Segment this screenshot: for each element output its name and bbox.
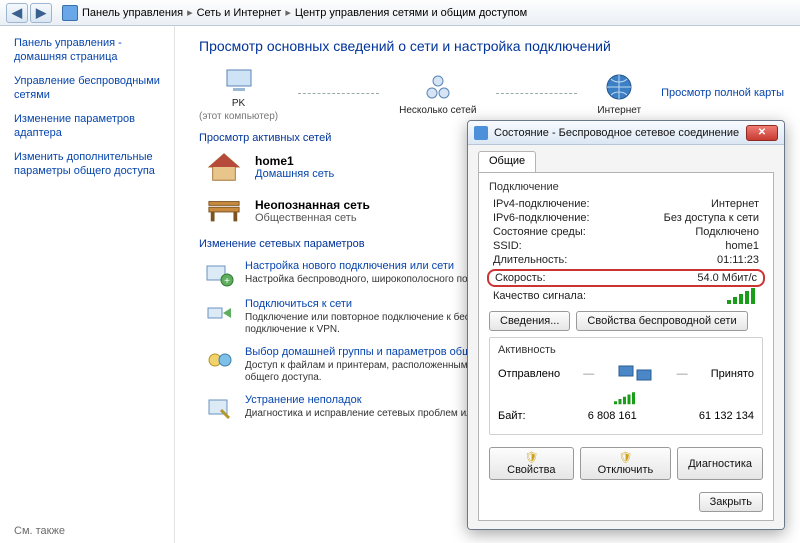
sidebar-link-sharing[interactable]: Изменить дополнительные параметры общего…: [14, 150, 162, 178]
map-connector: [298, 93, 379, 94]
details-button[interactable]: Сведения...: [489, 311, 570, 331]
map-node-pc-label: PK: [232, 98, 245, 109]
close-button[interactable]: ✕: [746, 125, 778, 141]
network-map: PK (этот компьютер) Несколько сетей Инте…: [199, 64, 784, 122]
ipv6-value: Без доступа к сети: [664, 212, 759, 224]
sidebar-home-link[interactable]: Панель управления - домашняя страница: [14, 36, 162, 64]
breadcrumb-item[interactable]: Панель управления: [82, 7, 183, 19]
bytes-sent-value: 6 808 161: [588, 410, 637, 422]
map-node-pc-sub: (этот компьютер): [199, 111, 278, 122]
location-icon: [62, 5, 78, 21]
chevron-right-icon: ▸: [285, 6, 291, 19]
group-activity-label: Активность: [498, 344, 754, 356]
ssid-value: home1: [725, 240, 759, 252]
signal-mini-icon: [614, 394, 638, 405]
tab-general[interactable]: Общие: [478, 151, 536, 172]
sidebar-see-also: См. также: [14, 519, 162, 537]
nav-arrows: ◀ ▶: [6, 3, 52, 23]
speed-value: 54.0 Мбит/с: [697, 272, 757, 284]
wireless-icon: [474, 126, 488, 140]
duration-value: 01:11:23: [717, 254, 759, 266]
status-dialog: Состояние - Беспроводное сетевое соедине…: [467, 120, 785, 530]
task-link-troubleshoot[interactable]: Устранение неполадок: [245, 394, 362, 406]
ipv4-value: Интернет: [711, 198, 759, 210]
signal-strength-icon: [727, 290, 759, 304]
duration-label: Длительность:: [493, 254, 567, 266]
activity-computers-icon: [617, 360, 653, 388]
sidebar-link-wireless[interactable]: Управление беспроводными сетями: [14, 74, 162, 102]
dialog-titlebar[interactable]: Состояние - Беспроводное сетевое соедине…: [468, 121, 784, 145]
breadcrumb-item[interactable]: Сеть и Интернет: [197, 7, 282, 19]
sidebar-link-adapter[interactable]: Изменение параметров адаптера: [14, 112, 162, 140]
task-link-connect[interactable]: Подключиться к сети: [245, 298, 352, 310]
wireless-properties-button[interactable]: Свойства беспроводной сети: [576, 311, 747, 331]
chevron-right-icon: ▸: [187, 6, 193, 19]
breadcrumb-item[interactable]: Центр управления сетями и общим доступом: [295, 7, 527, 19]
map-node-multi: Несколько сетей: [399, 71, 476, 116]
dialog-title: Состояние - Беспроводное сетевое соедине…: [494, 127, 739, 139]
tabstrip: Общие: [478, 151, 774, 172]
group-connection-label: Подключение: [489, 181, 763, 193]
map-node-pc: PK (этот компьютер): [199, 64, 278, 122]
ipv6-label: IPv6-подключение:: [493, 212, 590, 224]
bytes-recv-value: 61 132 134: [699, 410, 754, 422]
page-title: Просмотр основных сведений о сети и наст…: [199, 38, 784, 54]
activity-recv-label: Принято: [711, 368, 754, 380]
bytes-label: Байт:: [498, 410, 526, 422]
properties-button[interactable]: 🛡 Свойства: [489, 447, 574, 480]
view-full-map-link[interactable]: Просмотр полной карты: [661, 87, 784, 99]
network-name: home1: [255, 154, 334, 168]
nav-forward-button[interactable]: ▶: [30, 3, 52, 23]
map-connector: [496, 93, 577, 94]
activity-group: Активность Отправлено — — Принято Байт: …: [489, 337, 763, 435]
svg-text:+: +: [224, 276, 230, 287]
activity-sent-label: Отправлено: [498, 368, 560, 380]
media-label: Состояние среды:: [493, 226, 586, 238]
task-link-new-connection[interactable]: Настройка нового подключения или сети: [245, 260, 454, 272]
globe-icon: [603, 71, 635, 103]
close-dialog-button[interactable]: Закрыть: [699, 492, 763, 512]
map-node-internet: Интернет: [597, 71, 641, 116]
map-node-internet-label: Интернет: [597, 105, 641, 116]
network-icon: [422, 71, 454, 103]
home-icon: [205, 150, 243, 184]
ipv4-label: IPv4-подключение:: [493, 198, 590, 210]
diagnose-button[interactable]: Диагностика: [677, 447, 763, 480]
homegroup-icon: [205, 346, 235, 374]
bench-icon: [205, 194, 243, 228]
speed-label: Скорость:: [495, 272, 546, 284]
map-node-multi-label: Несколько сетей: [399, 105, 476, 116]
sidebar: Панель управления - домашняя страница Уп…: [0, 26, 175, 543]
nav-back-button[interactable]: ◀: [6, 3, 28, 23]
pc-icon: [223, 64, 255, 96]
ssid-label: SSID:: [493, 240, 522, 252]
new-connection-icon: +: [205, 260, 235, 288]
network-name: Неопознанная сеть: [255, 198, 370, 212]
network-type-label: Общественная сеть: [255, 212, 357, 224]
media-value: Подключено: [695, 226, 759, 238]
troubleshoot-icon: [205, 394, 235, 422]
speed-row: Скорость: 54.0 Мбит/с: [487, 269, 765, 287]
connect-icon: [205, 298, 235, 326]
breadcrumb: ◀ ▶ Панель управления ▸ Сеть и Интернет …: [0, 0, 800, 26]
disable-button[interactable]: 🛡 Отключить: [580, 447, 672, 480]
signal-label: Качество сигнала:: [493, 290, 586, 304]
network-type-link[interactable]: Домашняя сеть: [255, 168, 334, 180]
